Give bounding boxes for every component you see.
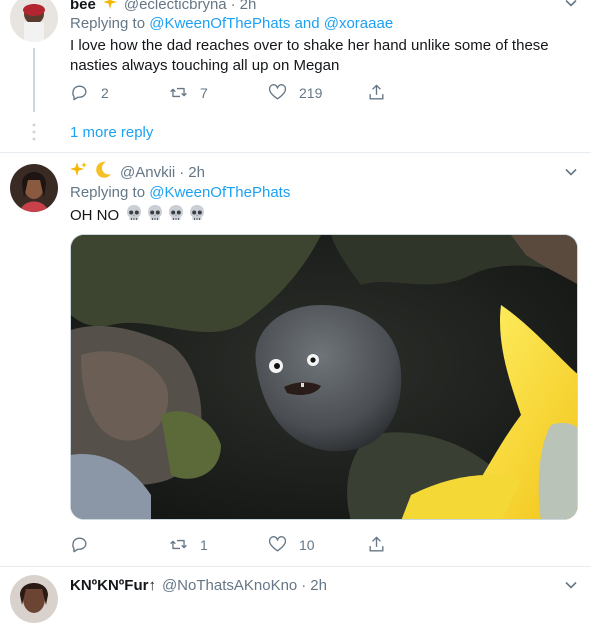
retweet-count: 1	[200, 536, 208, 553]
crescent-moon-icon	[94, 161, 112, 183]
thread-dots	[32, 122, 36, 142]
replying-to-label: Replying to	[70, 15, 146, 32]
tweet-2[interactable]: @Anvkii · 2h Replying to @KweenOfThePhat…	[0, 153, 591, 567]
separator: ·	[301, 576, 307, 594]
skull-icon	[125, 204, 143, 228]
chevron-down-icon[interactable]	[564, 165, 578, 179]
like-count: 219	[299, 84, 323, 101]
share-button[interactable]	[367, 83, 386, 102]
tweet-text: I love how the dad reaches over to shake…	[70, 37, 549, 74]
avatar[interactable]	[10, 575, 58, 623]
tweet-actions: 2 7 219	[70, 83, 400, 105]
handle[interactable]: @eclecticbryna	[124, 0, 227, 13]
skull-icon	[146, 204, 164, 228]
thread-line	[33, 48, 35, 112]
tweet-header: bee @eclecticbryna · 2h	[70, 0, 256, 14]
display-name[interactable]: bee	[70, 0, 96, 13]
mention-link[interactable]: @xoraaae	[324, 15, 393, 32]
tweet-media-image[interactable]	[70, 234, 578, 520]
skull-emoji-group	[125, 204, 209, 228]
skull-icon	[167, 204, 185, 228]
tweet-text: OH NO	[70, 204, 570, 228]
chevron-down-icon[interactable]	[564, 0, 578, 10]
tweet-header: KNºKNºFur↑ @NoThatsAKnoKno · 2h	[70, 575, 327, 595]
retweet-count: 7	[200, 84, 208, 101]
skull-icon	[188, 204, 206, 228]
reply-icon	[72, 85, 87, 101]
handle[interactable]: @NoThatsAKnoKno	[162, 577, 297, 594]
tweet-3[interactable]: KNºKNºFur↑ @NoThatsAKnoKno · 2h	[0, 567, 591, 623]
handle[interactable]: @Anvkii	[120, 164, 175, 181]
reply-button[interactable]: 2	[70, 83, 109, 102]
replying-to: Replying to @KweenOfThePhats and @xoraaa…	[70, 15, 393, 32]
separator: ·	[179, 163, 185, 181]
retweet-icon	[170, 87, 187, 98]
retweet-button[interactable]: 7	[169, 83, 208, 102]
like-button[interactable]: 10	[268, 535, 315, 554]
sparkles-icon	[70, 161, 88, 183]
tweet-header: @Anvkii · 2h	[70, 161, 205, 183]
mention-link[interactable]: @KweenOfThePhats	[149, 15, 290, 32]
replying-to: Replying to @KweenOfThePhats	[70, 184, 290, 201]
timestamp[interactable]: 2h	[188, 164, 205, 181]
sparkles-icon	[102, 0, 118, 14]
reply-button[interactable]	[70, 535, 101, 554]
and-label: and	[294, 15, 320, 32]
share-icon	[369, 84, 384, 100]
display-name[interactable]: KNºKNºFur↑	[70, 577, 156, 594]
like-button[interactable]: 219	[268, 83, 322, 102]
tweet-1[interactable]: bee @eclecticbryna · 2h Replying to @Kwe…	[0, 0, 591, 152]
chevron-down-icon[interactable]	[564, 578, 578, 592]
share-icon	[369, 536, 384, 552]
retweet-button[interactable]: 1	[169, 535, 208, 554]
show-more-replies-link[interactable]: 1 more reply	[70, 124, 153, 141]
retweet-icon	[170, 539, 187, 550]
heart-icon	[268, 84, 287, 100]
replying-to-label: Replying to	[70, 184, 146, 201]
reply-icon	[72, 537, 87, 553]
timestamp[interactable]: 2h	[310, 577, 327, 594]
separator: ·	[230, 0, 236, 13]
mention-link[interactable]: @KweenOfThePhats	[149, 184, 290, 201]
tweet-actions: 1 10	[70, 535, 400, 557]
reply-count: 2	[101, 84, 109, 101]
timestamp[interactable]: 2h	[240, 0, 257, 13]
share-button[interactable]	[367, 535, 386, 554]
avatar[interactable]	[10, 164, 58, 212]
avatar[interactable]	[10, 0, 58, 42]
heart-icon	[268, 536, 287, 552]
tweet-text-content: OH NO	[70, 207, 120, 224]
like-count: 10	[299, 536, 315, 553]
